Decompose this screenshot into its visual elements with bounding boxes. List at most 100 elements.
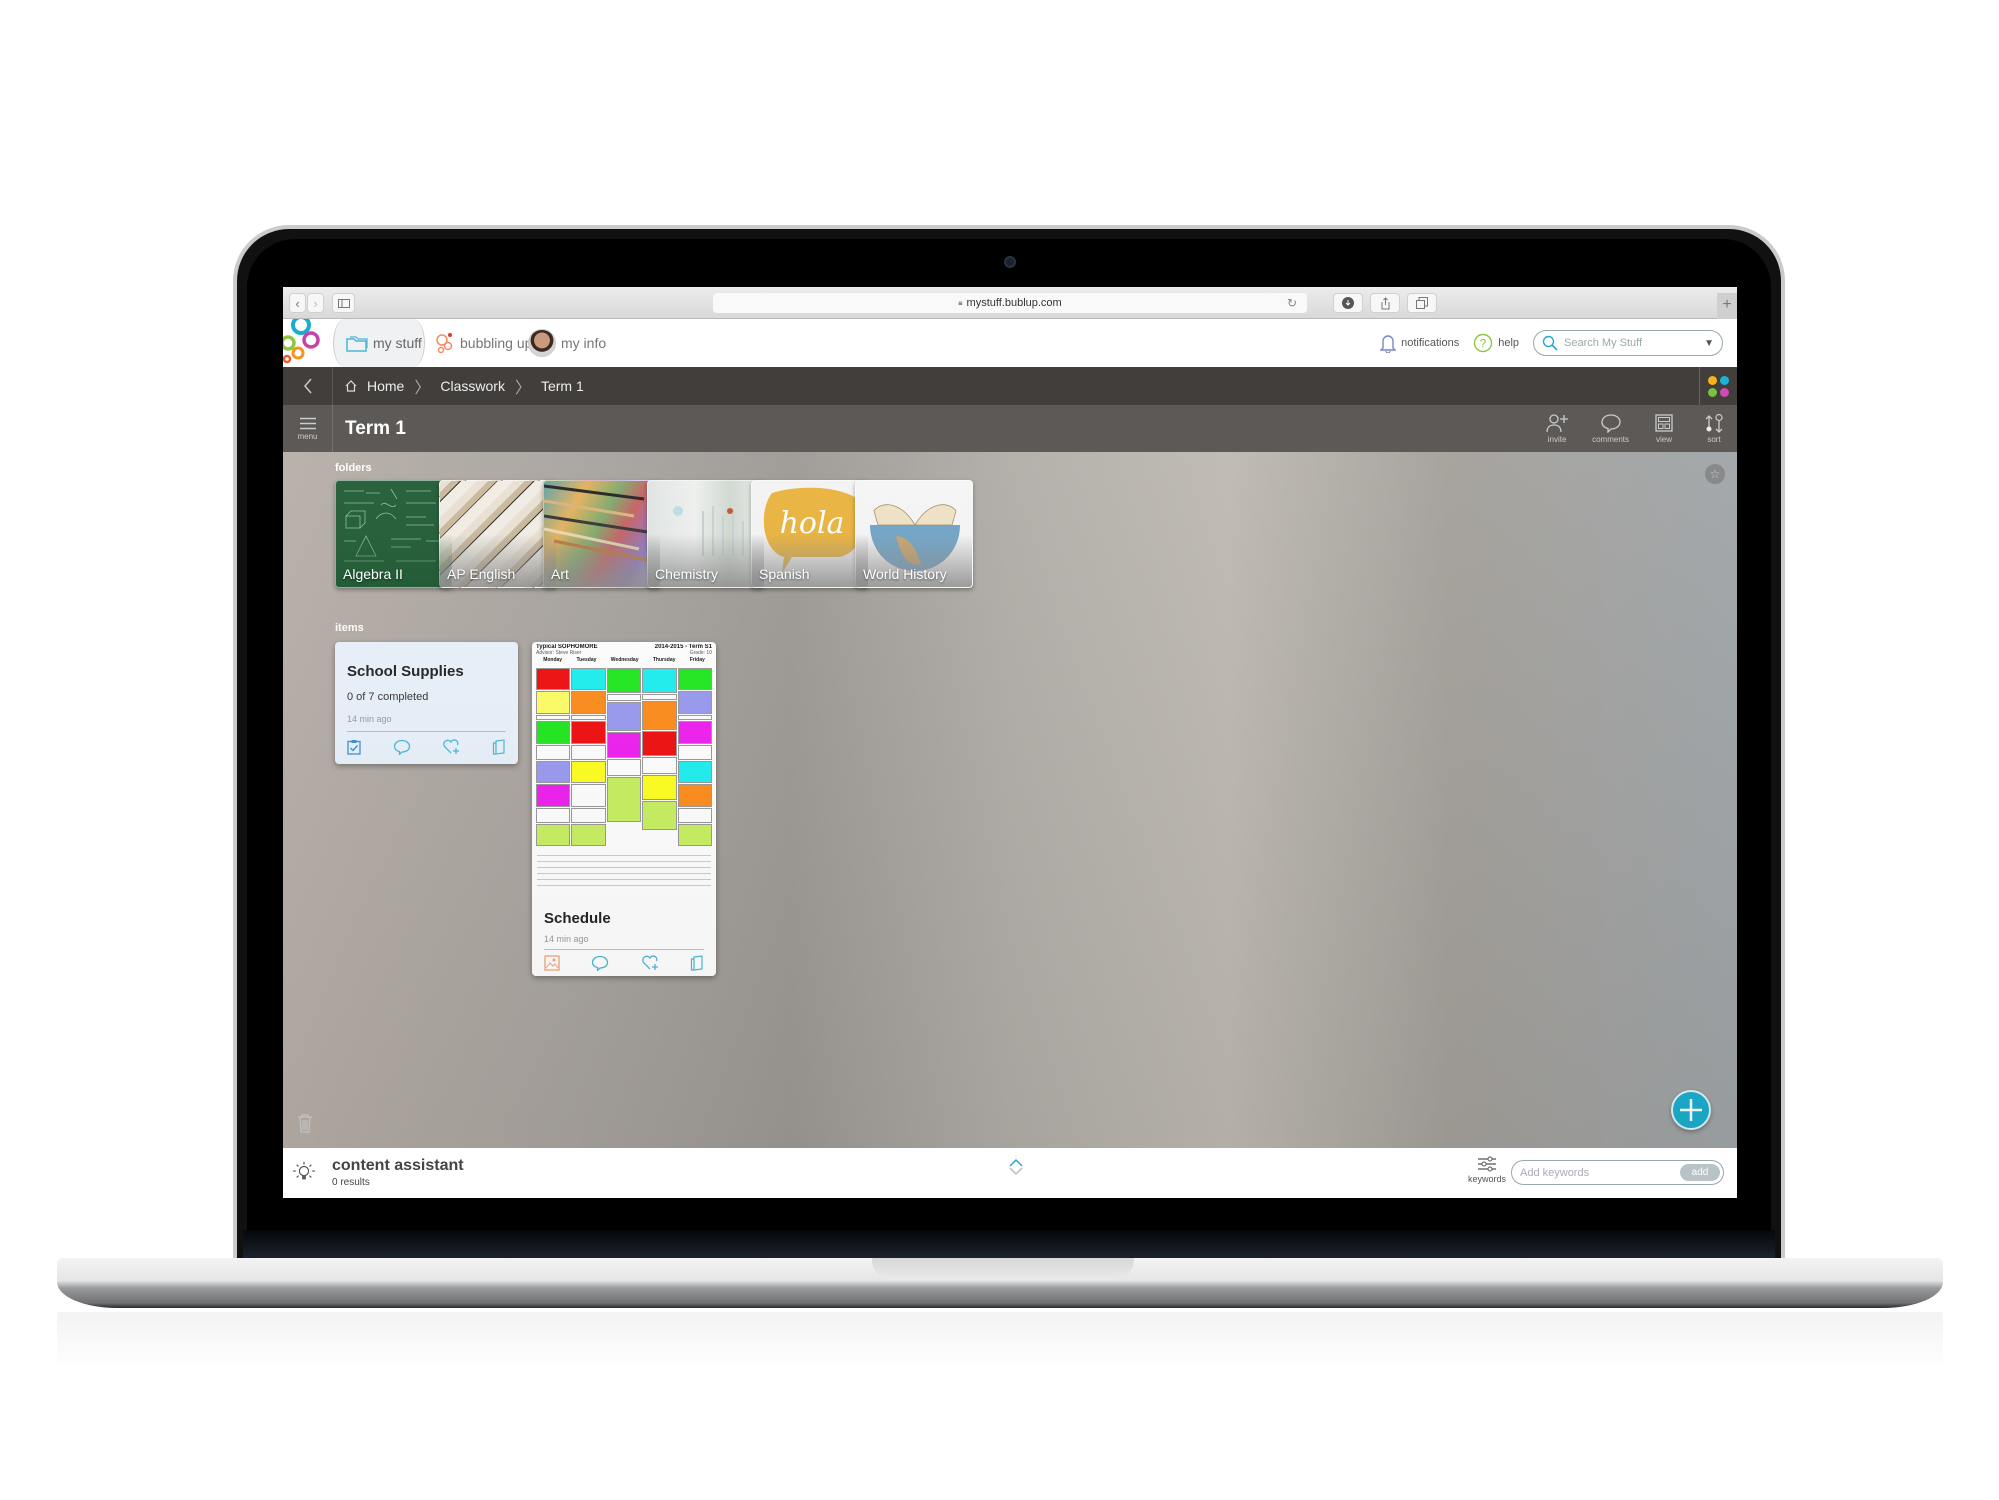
bubbles-icon (436, 333, 453, 354)
download-icon (1342, 297, 1354, 309)
search-input[interactable]: Search My Stuff (1564, 337, 1698, 349)
keywords-input[interactable] (1520, 1166, 1680, 1179)
reload-icon[interactable]: ↻ (1287, 296, 1297, 310)
item-title: Schedule (544, 910, 611, 927)
content-assistant-title[interactable]: content assistant (332, 1157, 464, 1175)
schedule-subheader: Advisor: Steve Riser Grade: 10 (534, 650, 714, 656)
day-label: Friday (689, 657, 705, 663)
folders-heading: folders (335, 462, 372, 474)
tabs-button[interactable] (1407, 293, 1437, 313)
search-dropdown-icon[interactable]: ▼ (1704, 338, 1714, 349)
title-bar: menu Term 1 invite comments view sort (283, 405, 1737, 452)
folder-name: AP English (447, 566, 516, 582)
breadcrumb-separator: 〉 (514, 380, 531, 397)
tab-my-info[interactable]: my info (528, 319, 606, 367)
comment-icon[interactable] (393, 739, 411, 755)
schedule-column-wednesday (606, 668, 642, 847)
folder-algebra-ii[interactable]: Algebra II (335, 480, 453, 588)
laptop-mockup: ‹ › 🔒︎ mystuff.bublup.com ↻ + my stuff b… (0, 0, 1999, 1500)
browser-forward-button[interactable]: › (307, 293, 324, 313)
browser-back-button[interactable]: ‹ (289, 293, 306, 313)
item-card-schedule[interactable]: Typical SOPHOMORE 2014-2015 - Term S1 Ad… (532, 642, 716, 976)
help-button[interactable]: ? help (1473, 333, 1519, 353)
schedule-column-monday (536, 668, 571, 846)
chevron-down-icon (1009, 1167, 1023, 1176)
folder-spanish[interactable]: hola Spanish (751, 480, 869, 588)
menu-label: menu (297, 431, 318, 441)
tab-label: my stuff (373, 335, 422, 351)
home-icon (345, 380, 357, 392)
item-progress-text: 0 of 7 completed (347, 691, 429, 703)
svg-text:?: ? (1480, 337, 1487, 351)
like-icon[interactable] (442, 739, 460, 755)
tool-label: sort (1707, 435, 1721, 444)
checklist-icon[interactable] (347, 739, 361, 755)
copy-icon[interactable] (690, 955, 704, 971)
breadcrumb-classwork[interactable]: Classwork (440, 378, 505, 394)
like-icon[interactable] (641, 955, 659, 971)
comments-button[interactable]: comments (1592, 413, 1629, 444)
folder-name: Art (551, 566, 569, 582)
downloads-button[interactable] (1333, 293, 1363, 313)
screen: ‹ › 🔒︎ mystuff.bublup.com ↻ + my stuff b… (283, 287, 1737, 1198)
comment-icon[interactable] (591, 955, 609, 971)
item-actions (347, 739, 506, 755)
sort-icon (1705, 413, 1723, 433)
item-timestamp: 14 min ago (544, 934, 589, 944)
trash-icon (298, 1114, 312, 1133)
folder-ap-english[interactable]: AP English (439, 480, 557, 588)
item-card-school-supplies[interactable]: School Supplies 0 of 7 completed 14 min … (335, 642, 518, 764)
tab-bubbling-up[interactable]: bubbling up (435, 319, 532, 367)
copy-icon[interactable] (492, 739, 506, 755)
keywords-field: add (1511, 1160, 1724, 1185)
trash-button[interactable] (297, 1113, 313, 1138)
share-icon (1381, 296, 1389, 309)
toolbar: invite comments view sort (1542, 405, 1729, 452)
apps-dot (1708, 387, 1717, 397)
sidebar-icon (337, 298, 350, 308)
tool-label: comments (1592, 435, 1629, 444)
schedule-column-friday (677, 668, 712, 846)
comments-icon (1600, 414, 1621, 433)
content-area: folders ☆ Algebra II AP English Art Chem… (283, 452, 1737, 1148)
share-button[interactable] (1370, 293, 1400, 313)
search-icon (1542, 335, 1558, 351)
laptop-notch (872, 1258, 1134, 1280)
add-new-button[interactable] (1671, 1090, 1711, 1130)
keywords-button[interactable]: keywords (1468, 1156, 1506, 1184)
notifications-button[interactable]: notifications (1380, 333, 1459, 353)
divider (544, 949, 704, 950)
lightbulb-icon (293, 1161, 315, 1180)
day-label: Thursday (652, 657, 676, 663)
apps-button[interactable] (1699, 367, 1737, 405)
nav-right: notifications ? help Search My Stuff ▼ (1380, 319, 1723, 367)
search-field[interactable]: Search My Stuff ▼ (1533, 330, 1723, 356)
apps-dot (1708, 375, 1717, 385)
sort-button[interactable]: sort (1699, 413, 1729, 444)
invite-button[interactable]: invite (1542, 413, 1572, 444)
schedule-term: 2014-2015 - Term S1 (654, 644, 712, 650)
menu-button[interactable]: menu (283, 405, 333, 452)
breadcrumb-home[interactable]: Home (367, 378, 404, 394)
bublup-logo[interactable] (283, 319, 339, 367)
expand-toggle[interactable] (1009, 1158, 1023, 1176)
tab-my-stuff[interactable]: my stuff (333, 319, 425, 367)
plus-icon (1680, 1099, 1702, 1121)
favorite-button[interactable]: ☆ (1705, 464, 1725, 484)
folder-art[interactable]: Art (543, 480, 661, 588)
app-navigation: my stuff bubbling up my info notificatio… (283, 319, 1737, 367)
view-button[interactable]: view (1649, 413, 1679, 444)
sidebar-toggle-button[interactable] (332, 293, 355, 313)
help-icon: ? (1474, 333, 1493, 353)
apps-dot (1720, 387, 1729, 397)
page-title: Term 1 (345, 417, 406, 439)
folder-chemistry[interactable]: Chemistry (647, 480, 765, 588)
address-bar[interactable]: 🔒︎ mystuff.bublup.com ↻ (713, 293, 1307, 313)
folder-world-history[interactable]: World History (855, 480, 973, 588)
schedule-course-table (537, 850, 711, 895)
add-keyword-button[interactable]: add (1680, 1164, 1720, 1181)
back-button[interactable] (283, 367, 333, 405)
image-icon[interactable] (544, 955, 560, 971)
content-assistant-bar: content assistant 0 results keywords add (283, 1148, 1737, 1198)
new-tab-button[interactable]: + (1717, 293, 1737, 319)
